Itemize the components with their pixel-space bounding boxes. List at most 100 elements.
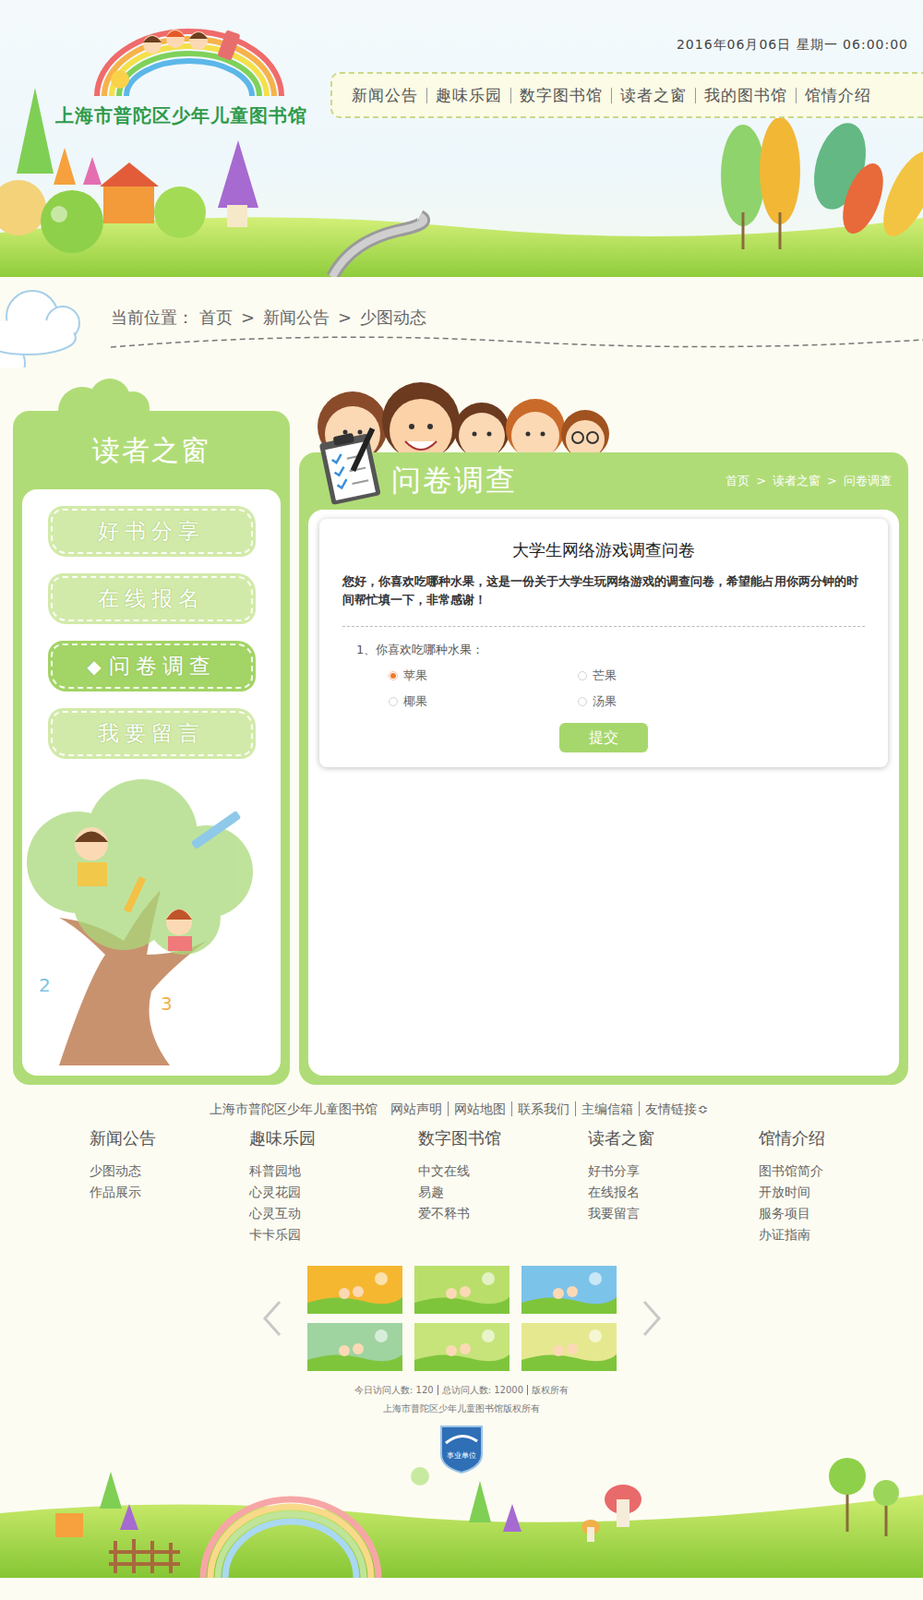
footer-column: 馆情介绍图书馆简介开放时间服务项目办证指南 [758, 1126, 826, 1246]
visit-stats: 今日访问人数: 120总访问人数: 12000版权所有 [0, 1383, 923, 1397]
divider [342, 625, 865, 627]
footer-columns: 新闻公告少图动态作品展示趣味乐园科普园地心灵花园心灵互动卡卡乐园数字图书馆中文在… [0, 1126, 923, 1246]
survey-intro: 您好，你喜欢吃哪种水果，这是一份关于大学生玩网络游戏的调查问卷，希望能占用你两分… [342, 572, 865, 610]
arrow-left-icon[interactable] [261, 1297, 284, 1339]
radio-icon[interactable] [388, 671, 398, 681]
slide-picture-icon [414, 1322, 510, 1371]
footer-column-title[interactable]: 读者之窗 [587, 1126, 759, 1150]
radio-option[interactable]: 芒果 [577, 667, 768, 684]
radio-option[interactable]: 汤果 [577, 693, 768, 710]
carousel-slide[interactable] [414, 1322, 510, 1371]
footer-link[interactable]: 网站声明 [384, 1101, 448, 1116]
footer-column: 数字图书馆中文在线易趣爱不释书 [418, 1126, 588, 1246]
footer-column-link[interactable]: 少图动态 [89, 1160, 250, 1182]
nav-item[interactable]: 数字图书馆 [510, 87, 612, 104]
footer-column-link[interactable]: 中文在线 [418, 1160, 588, 1182]
footer-column-title[interactable]: 新闻公告 [89, 1126, 250, 1150]
carousel-slide[interactable] [521, 1322, 617, 1371]
arrow-right-icon[interactable] [640, 1297, 663, 1339]
footer-column-title[interactable]: 馆情介绍 [758, 1126, 826, 1150]
footer-links: 上海市普陀区少年儿童图书馆网站声明网站地图联系我们主编信箱友情链接≎ [0, 1101, 923, 1118]
footer-column-link[interactable]: 我要留言 [587, 1202, 759, 1224]
footer-link[interactable]: 网站地图 [447, 1101, 512, 1116]
radio-icon[interactable] [577, 671, 588, 681]
footer-column-link[interactable]: 易趣 [418, 1181, 588, 1203]
carousel-slide[interactable] [307, 1265, 403, 1314]
sidebar-item[interactable]: 在线报名 [47, 573, 256, 624]
sidebar-item[interactable]: 好书分享 [47, 505, 256, 557]
logo[interactable]: 上海市普陀区少年儿童图书馆 [0, 0, 331, 129]
submit-button[interactable]: 提交 [559, 722, 648, 753]
footer-column-link[interactable]: 办证指南 [758, 1223, 826, 1246]
sidebar-item[interactable]: ◆问卷调查 [47, 640, 256, 692]
footer-link[interactable]: 联系我们 [511, 1101, 576, 1116]
breadcrumb-link[interactable]: 首页 [199, 307, 233, 327]
option-list: 苹果芒果椰果汤果 [388, 667, 865, 710]
nav-item[interactable]: 我的图书馆 [695, 87, 796, 104]
tree-icon: 23 [22, 769, 263, 1066]
footer-column-link[interactable]: 心灵互动 [249, 1202, 419, 1224]
footer-column-link[interactable]: 开放时间 [758, 1181, 826, 1203]
nav-item[interactable]: 趣味乐园 [426, 87, 511, 104]
survey-card: 大学生网络游戏调查问卷您好，你喜欢吃哪种水果，这是一份关于大学生玩网络游戏的调查… [319, 518, 888, 768]
breadcrumb-separator: > [240, 307, 255, 327]
rainbow-kids-icon [83, 23, 296, 98]
clipboard-icon [313, 426, 388, 505]
footer-site-name: 上海市普陀区少年儿童图书馆 [209, 1101, 378, 1116]
footer-link[interactable]: 主编信箱 [575, 1101, 639, 1116]
footer-column-link[interactable]: 好书分享 [587, 1160, 759, 1182]
nav-item[interactable]: 馆情介绍 [795, 87, 880, 104]
panel-breadcrumb: 首页>读者之窗>问卷调查 [725, 472, 892, 490]
footer: 上海市普陀区少年儿童图书馆网站声明网站地图联系我们主编信箱友情链接≎ 新闻公告少图… [0, 1084, 923, 1578]
badge-icon[interactable]: 事业单位 [438, 1422, 485, 1475]
main-nav: 新闻公告趣味乐园数字图书馆读者之窗我的图书馆馆情介绍 [330, 71, 923, 119]
footer-column: 读者之窗好书分享在线报名我要留言 [587, 1126, 759, 1246]
footer-column-title[interactable]: 数字图书馆 [418, 1126, 588, 1150]
footer-column-link[interactable]: 作品展示 [89, 1181, 250, 1203]
survey-title: 大学生网络游戏调查问卷 [342, 539, 865, 562]
slide-picture-icon [414, 1265, 510, 1314]
slide-picture-icon [521, 1322, 617, 1371]
panel-header: 问卷调查首页>读者之窗>问卷调查 [308, 452, 900, 510]
radio-icon[interactable] [388, 696, 398, 707]
breadcrumb-link[interactable]: 新闻公告 [263, 307, 330, 327]
sidebar-item[interactable]: 我要留言 [47, 707, 256, 759]
carousel-slide[interactable] [414, 1265, 510, 1314]
footer-column-link[interactable]: 图书馆简介 [758, 1160, 826, 1182]
footer-column-link[interactable]: 心灵花园 [249, 1181, 419, 1203]
footer-column-link[interactable]: 服务项目 [758, 1202, 826, 1224]
footer-column-link[interactable]: 科普园地 [249, 1160, 419, 1182]
carousel-slide[interactable] [307, 1322, 403, 1371]
breadcrumb-link[interactable]: 读者之窗 [772, 473, 821, 488]
copyright: 上海市普陀区少年儿童图书馆版权所有 [0, 1402, 923, 1415]
slide-picture-icon [307, 1322, 403, 1371]
breadcrumb-link[interactable]: 首页 [725, 473, 750, 488]
footer-link[interactable]: 友情链接≎ [638, 1101, 715, 1116]
carousel-slide[interactable] [521, 1265, 617, 1314]
footer-column-link[interactable]: 在线报名 [587, 1181, 759, 1203]
content: 问卷调查首页>读者之窗>问卷调查大学生网络游戏调查问卷您好，你喜欢吃哪种水果，这… [299, 369, 909, 1085]
radio-icon[interactable] [577, 696, 588, 707]
footer-column-link[interactable]: 爱不释书 [418, 1202, 588, 1224]
svg-text:3: 3 [160, 992, 173, 1015]
footer-column-title[interactable]: 趣味乐园 [249, 1126, 419, 1150]
radio-option[interactable]: 椰果 [388, 693, 578, 710]
radio-option[interactable]: 苹果 [388, 667, 578, 684]
breadcrumb-separator: > [337, 307, 352, 327]
svg-text:事业单位: 事业单位 [446, 1450, 477, 1460]
footer-column-link[interactable]: 卡卡乐园 [249, 1223, 419, 1246]
page: 上海市普陀区少年儿童图书馆2016年06月06日 星期一 06:00:00新闻公… [0, 0, 923, 1600]
cloud-icon [0, 284, 84, 368]
dashed-wave-icon [110, 328, 923, 357]
main: 读者之窗好书分享在线报名◆问卷调查我要留言23问卷调查首页>读者之窗>问卷调查大… [0, 369, 923, 1085]
breadcrumb-bar: 当前位置：首页>新闻公告>少图动态 [0, 276, 923, 370]
breadcrumb-link[interactable]: 问卷调查 [843, 473, 892, 488]
nav-item[interactable]: 读者之窗 [611, 87, 696, 104]
svg-text:2: 2 [38, 973, 51, 996]
nav-item[interactable]: 新闻公告 [343, 87, 427, 104]
header: 上海市普陀区少年儿童图书馆2016年06月06日 星期一 06:00:00新闻公… [0, 0, 923, 277]
footer-column: 趣味乐园科普园地心灵花园心灵互动卡卡乐园 [249, 1126, 419, 1246]
breadcrumb-link[interactable]: 少图动态 [359, 307, 427, 327]
sidebar: 读者之窗好书分享在线报名◆问卷调查我要留言23 [12, 369, 290, 1085]
site-name: 上海市普陀区少年儿童图书馆 [55, 103, 331, 129]
